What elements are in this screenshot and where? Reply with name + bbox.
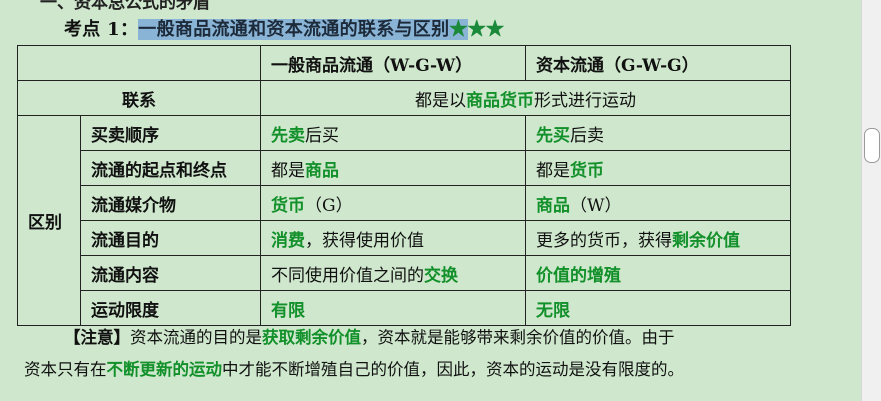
general-commodity-cell: 都是商品: [260, 150, 526, 186]
general-commodity-cell: 有限: [260, 290, 526, 326]
emphasis-text: 货币: [271, 195, 305, 216]
link-row: 联系 都是以商品货币形式进行运动: [17, 80, 791, 116]
cell-text: （W）: [570, 195, 622, 216]
general-commodity-cell: 消费，获得使用价值: [260, 220, 526, 256]
cell-text: 更多的货币，获得: [536, 230, 672, 251]
emphasis-text: 不断更新的运动: [106, 360, 223, 379]
emphasis-text: 获取剩余价值: [262, 328, 361, 347]
table-row: 流通目的 消费，获得使用价值 更多的货币，获得剩余价值: [18, 220, 791, 256]
cell-text: 资本流通的目的是: [130, 328, 262, 347]
importance-star-icon: ★: [449, 19, 468, 40]
link-content: 都是以商品货币形式进行运动: [260, 80, 791, 116]
cell-text: 都是: [271, 160, 305, 181]
emphasis-text: 价值的增殖: [536, 265, 621, 286]
cell-text: 【注意】: [64, 328, 130, 347]
comparison-table: 一般商品流通（W-G-W） 资本流通（G-W-G） 联系 都是以商品货币形式进行…: [17, 45, 791, 326]
emphasis-text: 商品: [305, 160, 339, 181]
row-label: 流通目的: [80, 220, 261, 256]
capital-circulation-cell: 商品（W）: [525, 185, 791, 221]
cell-text: 资本只有在: [24, 360, 107, 379]
cell-text: 后买: [305, 125, 339, 146]
table-row: 区别 买卖顺序 先卖后买 先买后卖: [17, 115, 791, 326]
row-label: 买卖顺序: [80, 115, 261, 151]
emphasis-text: 商品货币: [466, 90, 534, 111]
row-label: 运动限度: [80, 290, 261, 326]
capital-circulation-cell: 价值的增殖: [525, 255, 791, 291]
document-page: 一、资本总公式的矛盾 考点 1：一般商品流通和资本流通的联系与区别★★★ 一般商…: [0, 0, 861, 401]
emphasis-text: 货币: [570, 160, 604, 181]
heading-prefix: 考点 1：: [64, 19, 139, 40]
table-row: 流通媒介物 货币（G） 商品（W）: [18, 185, 791, 221]
emphasis-text: 有限: [271, 300, 305, 321]
capital-circulation-cell: 无限: [525, 290, 791, 326]
general-commodity-cell: 货币（G）: [260, 185, 526, 221]
row-label: 流通的起点和终点: [80, 150, 261, 186]
vertical-scrollbar[interactable]: [861, 0, 881, 401]
scrollbar-thumb[interactable]: [864, 128, 880, 163]
general-commodity-cell: 不同使用价值之间的交换: [260, 255, 526, 291]
note-line-1: 【注意】资本流通的目的是获取剩余价值，资本就是能够带来剩余价值的价值。由于: [24, 322, 824, 354]
note-line-2: 资本只有在不断更新的运动中才能不断增殖自己的价值，因此，资本的运动是没有限度的。: [24, 354, 824, 386]
emphasis-text: 先卖: [271, 125, 305, 146]
cell-text: 中才能不断增殖自己的价值，因此，资本的运动是没有限度的。: [222, 360, 684, 379]
header-capital-circulation: 资本流通（G-W-G）: [525, 45, 791, 81]
capital-circulation-cell: 更多的货币，获得剩余价值: [525, 220, 791, 256]
link-label: 联系: [17, 80, 261, 116]
header-empty-cell: [17, 45, 261, 81]
emphasis-text: 无限: [536, 300, 570, 321]
header-general-commodity: 一般商品流通（W-G-W）: [260, 45, 526, 81]
table-header-row: 一般商品流通（W-G-W） 资本流通（G-W-G）: [17, 45, 791, 81]
cell-text: ，获得使用价值: [305, 230, 424, 251]
table-row: 流通的起点和终点 都是商品 都是货币: [18, 150, 791, 186]
cell-text: 形式进行运动: [534, 90, 636, 111]
difference-label: 区别: [17, 115, 81, 326]
table-row: 流通内容 不同使用价值之间的交换 价值的增殖: [18, 255, 791, 291]
cell-text: ，资本就是能够带来剩余价值的价值。由于: [361, 328, 675, 347]
capital-circulation-cell: 都是货币: [525, 150, 791, 186]
section-heading: 考点 1：一般商品流通和资本流通的联系与区别★★★: [64, 15, 504, 41]
row-label: 流通内容: [80, 255, 261, 291]
emphasis-text: 商品: [536, 195, 570, 216]
heading-highlighted-title: 一般商品流通和资本流通的联系与区别: [138, 19, 450, 40]
cell-text: 不同使用价值之间的: [271, 265, 424, 286]
importance-stars-icon: ★★: [467, 19, 505, 40]
emphasis-text: 交换: [424, 265, 458, 286]
cell-text: 都是: [536, 160, 570, 181]
table-row: 运动限度 有限 无限: [18, 290, 791, 326]
general-commodity-cell: 先卖后买: [260, 115, 526, 151]
row-label: 流通媒介物: [80, 185, 261, 221]
note-paragraph: 【注意】资本流通的目的是获取剩余价值，资本就是能够带来剩余价值的价值。由于 资本…: [24, 322, 824, 386]
cut-off-section-title: 一、资本总公式的矛盾: [40, 0, 210, 13]
capital-circulation-cell: 先买后卖: [525, 115, 791, 151]
emphasis-text: 先买: [536, 125, 570, 146]
cell-text: 都是以: [415, 90, 466, 111]
cell-text: 后卖: [570, 125, 604, 146]
emphasis-text: 消费: [271, 230, 305, 251]
emphasis-text: 剩余价值: [672, 230, 740, 251]
cell-text: （G）: [305, 195, 353, 216]
